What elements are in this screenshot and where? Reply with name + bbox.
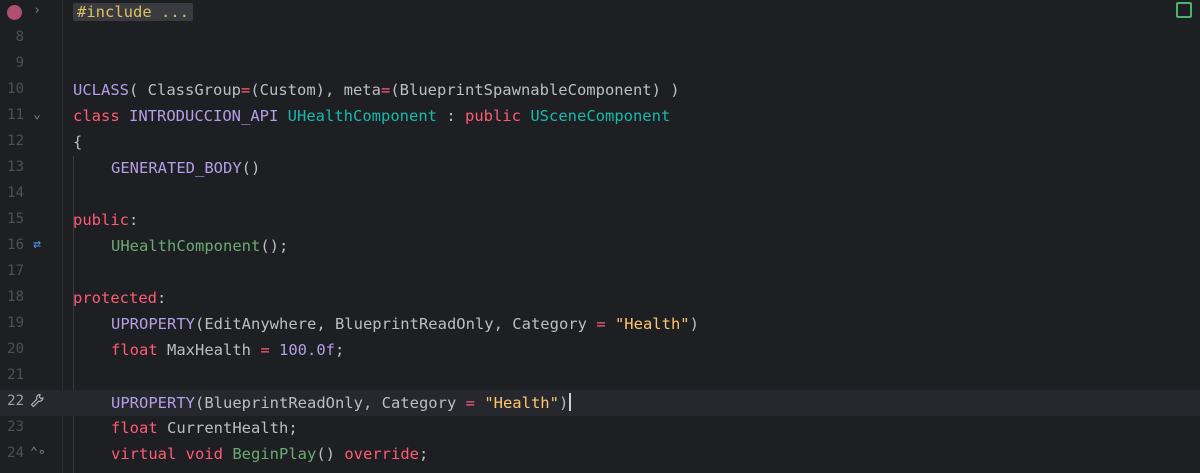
code-text: UHealthComponent(); <box>111 237 289 255</box>
line-20[interactable]: 20 float MaxHealth = 100.0f; <box>0 338 1200 364</box>
line-24[interactable]: 24 ⌃∘ virtual void BeginPlay() override; <box>0 442 1200 468</box>
line-number: 15 <box>7 211 24 227</box>
line-number: 18 <box>7 289 24 305</box>
line-number: 17 <box>7 263 24 279</box>
code-text: public: <box>73 211 139 229</box>
line-16[interactable]: 16 ⇄ UHealthComponent(); <box>0 234 1200 260</box>
line-11[interactable]: 11 ⌄ class INTRODUCCION_API UHealthCompo… <box>0 104 1200 130</box>
wrench-icon[interactable] <box>30 393 44 411</box>
code-text: UPROPERTY(EditAnywhere, BlueprintReadOnl… <box>111 315 699 333</box>
line-number: 23 <box>7 419 24 435</box>
line-19[interactable]: 19 UPROPERTY(EditAnywhere, BlueprintRead… <box>0 312 1200 338</box>
line-8[interactable]: 8 <box>0 26 1200 52</box>
line-number: 10 <box>7 81 24 97</box>
line-number: 19 <box>7 315 24 331</box>
line-12[interactable]: 12 { <box>0 130 1200 156</box>
line-17[interactable]: 17 <box>0 260 1200 286</box>
line-18[interactable]: 18 protected: <box>0 286 1200 312</box>
line-number: 12 <box>7 133 24 149</box>
breakpoint-icon[interactable] <box>7 5 22 20</box>
wrench-icon-svg <box>30 393 44 408</box>
line-number: 13 <box>7 159 24 175</box>
code-text: virtual void BeginPlay() override; <box>111 445 429 463</box>
line-number: 24 <box>7 445 24 461</box>
code-text: { <box>73 133 83 151</box>
code-text: class INTRODUCCION_API UHealthComponent … <box>73 107 671 125</box>
line-number: 9 <box>15 55 24 71</box>
navigate-implementation-icon[interactable]: ⇄ <box>30 237 44 255</box>
line-number: 14 <box>7 185 24 201</box>
code-text: UPROPERTY(BlueprintReadOnly, Category = … <box>73 393 572 412</box>
inspection-ok-icon[interactable] <box>1176 2 1192 18</box>
line-22-current[interactable]: 22 UPROPERTY(BlueprintReadOnly, Category… <box>0 390 1200 416</box>
line-number: 16 <box>7 237 24 253</box>
line-number: 21 <box>7 367 24 383</box>
line-15[interactable]: 15 public: <box>0 208 1200 234</box>
fold-chevron-icon[interactable]: ⌄ <box>30 107 44 125</box>
line-13[interactable]: 13 GENERATED_BODY() <box>0 156 1200 182</box>
line-number: 22 <box>7 393 24 409</box>
code-text: UCLASS( ClassGroup=(Custom), meta=(Bluep… <box>73 81 680 99</box>
code-text: GENERATED_BODY() <box>111 159 261 177</box>
code-text: float CurrentHealth; <box>111 419 298 437</box>
line-21[interactable]: 21 <box>0 364 1200 390</box>
code-text: protected: <box>73 289 167 307</box>
overrides-up-icon[interactable]: ⌃∘ <box>30 445 46 463</box>
line-9[interactable]: 9 <box>0 52 1200 78</box>
line-10[interactable]: 10 UCLASS( ClassGroup=(Custom), meta=(Bl… <box>0 78 1200 104</box>
line-23[interactable]: 23 float CurrentHealth; <box>0 416 1200 442</box>
line-folded-include[interactable]: › #include ... <box>0 0 1200 26</box>
line-number: 8 <box>15 29 24 45</box>
text-caret <box>569 393 572 411</box>
code-text: float MaxHealth = 100.0f; <box>111 341 345 359</box>
line-number: 20 <box>7 341 24 357</box>
line-14[interactable]: 14 <box>0 182 1200 208</box>
line-number: 11 <box>7 107 24 123</box>
code-editor[interactable]: › #include ... 8 9 10 UCLASS( ClassGroup… <box>0 0 1200 473</box>
folded-include-region[interactable]: #include ... <box>73 3 193 21</box>
expand-chevron-icon[interactable]: › <box>30 3 44 21</box>
